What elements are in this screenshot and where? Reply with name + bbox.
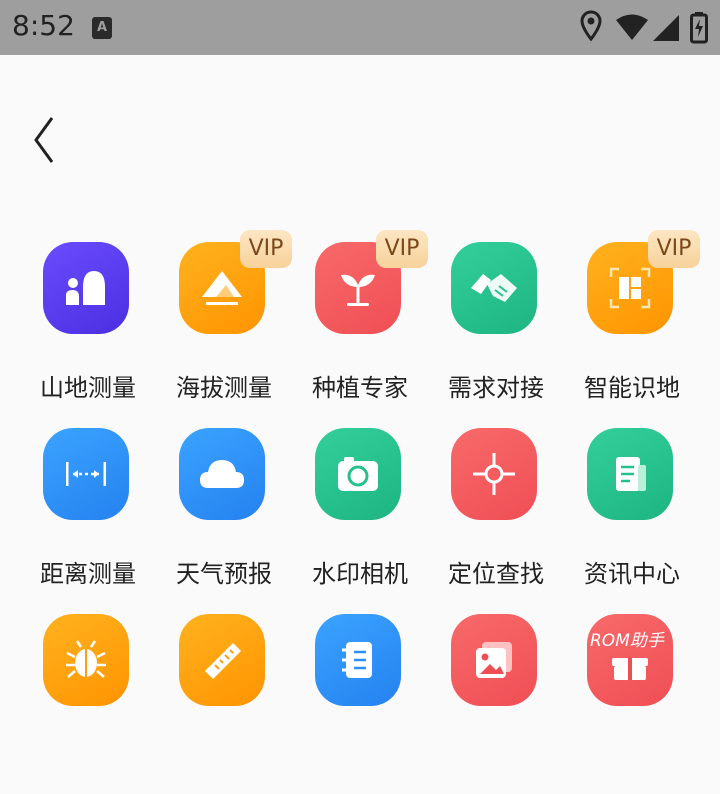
vip-badge: VIP <box>648 230 700 268</box>
grid-item-location-search[interactable]: 定位查找 <box>428 428 564 608</box>
watermark-text: ROM助手 <box>590 631 664 651</box>
cloud-icon <box>179 428 265 520</box>
grid-item-distance-survey[interactable]: 距离测量 <box>20 428 156 608</box>
grid-item-label: 水印相机 <box>312 560 408 588</box>
grid-item-photo-album[interactable] <box>428 614 564 794</box>
grid-item-pest-identify[interactable] <box>20 614 156 794</box>
grid-item-label: 定位查找 <box>448 560 544 588</box>
cellular-signal-icon <box>653 15 679 41</box>
distance-ruler-icon <box>43 428 129 520</box>
photo-gallery-icon <box>451 614 537 706</box>
mountain-people-icon <box>43 242 129 334</box>
grid-item-label: 种植专家 <box>312 374 408 402</box>
grid-item-label: 智能识地 <box>584 374 680 402</box>
grid-item-label: 海拔测量 <box>176 374 272 402</box>
crosshair-icon <box>451 428 537 520</box>
grid-item-label: 资讯中心 <box>584 560 680 588</box>
grid-item-label: 山地测量 <box>40 374 136 402</box>
status-bar: 8:52 A <box>0 0 720 55</box>
grid-item-news-center[interactable]: 资讯中心 <box>564 428 700 608</box>
notebook-icon <box>315 614 401 706</box>
handshake-icon <box>451 242 537 334</box>
ruler-icon <box>179 614 265 706</box>
grid-item-watermark-camera[interactable]: 水印相机 <box>292 428 428 608</box>
notification-a-icon: A <box>92 17 112 39</box>
grid-item-label: 天气预报 <box>176 560 272 588</box>
news-icon <box>587 428 673 520</box>
back-button[interactable] <box>28 110 68 170</box>
location-icon <box>580 10 602 42</box>
grid-item-mountain-survey[interactable]: 山地测量 <box>20 242 156 422</box>
grid-item-demand-matching[interactable]: 需求对接 <box>428 242 564 422</box>
grid-item-ruler-tool[interactable] <box>156 614 292 794</box>
grid-item-planting-expert[interactable]: VIP 种植专家 <box>292 230 428 422</box>
grid-item-label: 距离测量 <box>40 560 136 588</box>
vip-badge: VIP <box>376 230 428 268</box>
bug-icon <box>43 614 129 706</box>
wifi-icon <box>616 14 648 40</box>
vip-badge: VIP <box>240 230 292 268</box>
grid-item-notebook[interactable] <box>292 614 428 794</box>
grid-item-altitude-survey[interactable]: VIP 海拔测量 <box>156 230 292 422</box>
grid-item-weather-forecast[interactable]: 天气预报 <box>156 428 292 608</box>
camera-icon <box>315 428 401 520</box>
status-time: 8:52 <box>12 9 75 42</box>
grid-item-smart-land-id[interactable]: VIP 智能识地 <box>564 230 700 422</box>
battery-charging-icon <box>690 12 708 44</box>
grid-item-label: 需求对接 <box>448 374 544 402</box>
